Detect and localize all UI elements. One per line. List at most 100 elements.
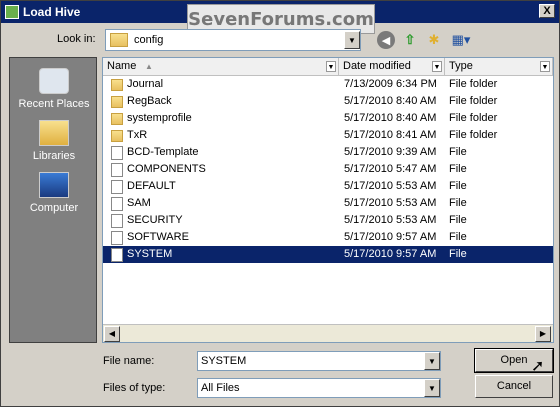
file-date: 5/17/2010 8:40 AM	[344, 112, 437, 124]
place-recent-places[interactable]: Recent Places	[10, 68, 98, 110]
filetype-select[interactable]: All Files ▼	[197, 378, 441, 398]
column-date-modified[interactable]: Date modified ▼	[339, 58, 445, 75]
back-icon[interactable]: ◀	[377, 31, 395, 49]
file-name-cell: SYSTEM	[111, 246, 172, 263]
file-icon	[111, 247, 123, 262]
file-type: File	[449, 180, 467, 192]
file-date: 5/17/2010 5:53 AM	[344, 180, 437, 192]
view-menu-icon[interactable]: ▦▾	[449, 31, 473, 49]
mouse-cursor-icon: ➚	[531, 358, 545, 375]
column-type-label: Type	[449, 60, 473, 72]
file-row[interactable]: systemprofile 5/17/2010 8:40 AM File folde…	[103, 110, 553, 127]
file-type: File	[449, 214, 467, 226]
file-date: 5/17/2010 5:53 AM	[344, 197, 437, 209]
lookin-value: config	[134, 34, 164, 46]
recent-places-icon	[39, 68, 69, 94]
file-row[interactable]: DEFAULT 5/17/2010 5:53 AM File	[103, 178, 553, 195]
chevron-down-icon[interactable]: ▼	[424, 379, 440, 397]
file-icon	[111, 196, 123, 211]
column-name[interactable]: Name ▲ ▼	[103, 58, 339, 75]
file-type: File folder	[449, 129, 498, 141]
column-name-filter-icon[interactable]: ▼	[326, 61, 336, 72]
close-button[interactable]: X	[539, 4, 555, 18]
file-name-cell: systemprofile	[111, 110, 192, 127]
file-name-cell: SAM	[111, 195, 151, 212]
file-icon	[111, 179, 123, 194]
file-icon	[111, 162, 123, 177]
file-date: 5/17/2010 9:57 AM	[344, 231, 437, 243]
file-icon	[111, 213, 123, 228]
file-name: COMPONENTS	[127, 163, 206, 175]
scroll-left-icon[interactable]: ◀	[104, 326, 120, 342]
file-date: 5/17/2010 8:40 AM	[344, 95, 437, 107]
file-type: File	[449, 248, 467, 260]
file-type: File	[449, 197, 467, 209]
place-label: Libraries	[32, 150, 76, 162]
filetype-value: All Files	[201, 382, 240, 394]
file-date: 5/17/2010 5:47 AM	[344, 163, 437, 175]
file-row[interactable]: SAM 5/17/2010 5:53 AM File	[103, 195, 553, 212]
column-date-filter-icon[interactable]: ▼	[432, 61, 442, 72]
filename-input[interactable]: SYSTEM	[201, 355, 424, 367]
folder-icon	[111, 129, 123, 142]
file-icon	[111, 230, 123, 245]
cancel-button[interactable]: Cancel	[475, 375, 553, 398]
file-date: 5/17/2010 9:39 AM	[344, 146, 437, 158]
file-row[interactable]: SECURITY 5/17/2010 5:53 AM File	[103, 212, 553, 229]
file-name-cell: RegBack	[111, 93, 172, 110]
file-type: File folder	[449, 78, 498, 90]
column-name-label: Name	[107, 60, 137, 72]
column-type-filter-icon[interactable]: ▼	[540, 61, 550, 72]
file-name: RegBack	[127, 95, 172, 107]
horizontal-scrollbar[interactable]: ◀ ▶	[103, 324, 553, 342]
up-folder-icon[interactable]: ⇧	[401, 31, 419, 49]
scroll-right-icon[interactable]: ▶	[535, 326, 551, 342]
file-row[interactable]: RegBack 5/17/2010 8:40 AM File folder	[103, 93, 553, 110]
file-type: File	[449, 163, 467, 175]
file-date: 5/17/2010 9:57 AM	[344, 248, 437, 260]
file-name-cell: SECURITY	[111, 212, 183, 229]
file-name: SECURITY	[127, 214, 183, 226]
chevron-down-icon[interactable]: ▼	[344, 31, 360, 49]
place-libraries[interactable]: Libraries	[10, 120, 98, 162]
place-label: Computer	[29, 202, 79, 214]
column-header: Name ▲ ▼ Date modified ▼ Type ▼	[103, 58, 553, 76]
file-date: 5/17/2010 8:41 AM	[344, 129, 437, 141]
file-date: 5/17/2010 5:53 AM	[344, 214, 437, 226]
load-hive-dialog: Load Hive SevenForums.com X Look in: con…	[0, 0, 560, 407]
toolbar: ◀ ⇧ ✱ ▦▾	[377, 31, 473, 49]
folder-icon	[110, 33, 128, 47]
folder-icon	[111, 112, 123, 125]
lookin-combo[interactable]: config ▼	[105, 29, 361, 51]
place-computer[interactable]: Computer	[10, 172, 98, 214]
file-row[interactable]: Journal 7/13/2009 6:34 PM File folder	[103, 76, 553, 93]
regedit-icon	[5, 5, 19, 19]
file-row[interactable]: BCD-Template 5/17/2010 9:39 AM File	[103, 144, 553, 161]
file-type: File	[449, 146, 467, 158]
file-name-cell: COMPONENTS	[111, 161, 206, 178]
file-row[interactable]: SOFTWARE 5/17/2010 9:57 AM File	[103, 229, 553, 246]
file-type: File folder	[449, 112, 498, 124]
file-row[interactable]: COMPONENTS 5/17/2010 5:47 AM File	[103, 161, 553, 178]
file-name: Journal	[127, 78, 164, 90]
file-name: DEFAULT	[127, 180, 176, 192]
filetype-label: Files of type:	[103, 382, 166, 394]
new-folder-icon[interactable]: ✱	[425, 31, 443, 49]
dialog-title: Load Hive	[23, 5, 81, 19]
chevron-down-icon[interactable]: ▼	[424, 352, 440, 370]
column-type[interactable]: Type ▼	[445, 58, 553, 75]
file-type: File folder	[449, 95, 498, 107]
place-label: Recent Places	[18, 98, 90, 110]
file-name: BCD-Template	[127, 146, 199, 158]
file-row[interactable]: SYSTEM 5/17/2010 9:57 AM File	[103, 246, 553, 263]
file-name: systemprofile	[127, 112, 192, 124]
filename-combo[interactable]: SYSTEM ▼	[197, 351, 441, 371]
file-list[interactable]: Name ▲ ▼ Date modified ▼ Type ▼ Journal 7…	[102, 57, 554, 343]
libraries-icon	[39, 120, 69, 146]
file-name-cell: BCD-Template	[111, 144, 199, 161]
folder-icon	[111, 78, 123, 91]
file-name-cell: DEFAULT	[111, 178, 176, 195]
lookin-label: Look in:	[57, 33, 96, 45]
file-row[interactable]: TxR 5/17/2010 8:41 AM File folder	[103, 127, 553, 144]
places-bar: Recent Places Libraries Computer	[9, 57, 97, 343]
